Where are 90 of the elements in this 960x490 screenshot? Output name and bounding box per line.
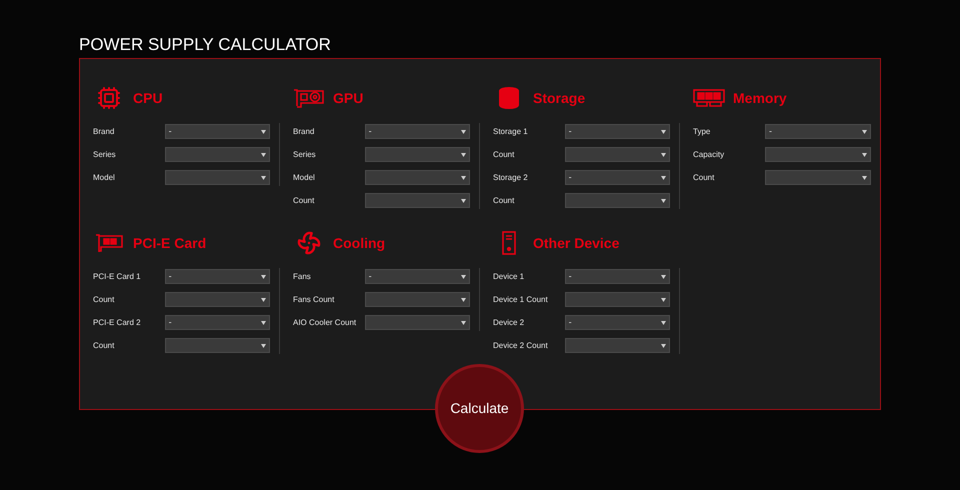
- caret-icon: [661, 130, 666, 134]
- section-title: Cooling: [333, 234, 386, 253]
- field-label: AIO Cooler Count: [293, 316, 358, 328]
- dropdown-field[interactable]: -: [564, 170, 670, 185]
- caret-icon: [661, 320, 666, 324]
- database-icon: [497, 86, 521, 110]
- caret-icon: [661, 176, 666, 180]
- dropdown-field[interactable]: [364, 315, 470, 330]
- caret-icon: [461, 298, 466, 302]
- caret-icon: [461, 320, 466, 324]
- dropdown-field[interactable]: [364, 292, 470, 307]
- memory-stick-icon: [693, 89, 725, 107]
- dropdown-field[interactable]: -: [164, 269, 270, 284]
- field-label: Count: [93, 340, 116, 352]
- dropdown-field[interactable]: [164, 147, 270, 162]
- caret-icon: [862, 176, 867, 180]
- field-label: Fans: [293, 270, 312, 282]
- field-label: Count: [693, 172, 716, 184]
- dropdown-field[interactable]: [164, 338, 270, 353]
- field-label: Count: [293, 194, 316, 206]
- caret-icon: [261, 130, 266, 134]
- caret-icon: [661, 344, 666, 348]
- fan-icon: [297, 231, 321, 255]
- page-title: POWER SUPPLY CALCULATOR: [79, 34, 332, 56]
- caret-icon: [261, 152, 266, 156]
- dropdown-field[interactable]: -: [164, 315, 270, 330]
- dropdown-field[interactable]: -: [364, 269, 470, 284]
- dropdown-field[interactable]: -: [164, 124, 270, 139]
- caret-icon: [661, 198, 666, 202]
- caret-icon: [661, 152, 666, 156]
- caret-icon: [862, 130, 867, 134]
- field-label: Fans Count: [293, 294, 336, 306]
- dropdown-field[interactable]: -: [564, 315, 670, 330]
- dropdown-field[interactable]: [564, 193, 670, 208]
- dropdown-field[interactable]: [564, 292, 670, 307]
- section-title: Other Device: [533, 234, 620, 252]
- dropdown-field[interactable]: [164, 292, 270, 307]
- field-label: Device 2 Count: [493, 340, 549, 352]
- caret-icon: [261, 274, 266, 278]
- caret-icon: [461, 152, 466, 156]
- field-label: Model: [293, 172, 316, 184]
- dropdown-field[interactable]: [164, 170, 270, 185]
- field-label: Count: [93, 294, 116, 306]
- dropdown-field[interactable]: -: [765, 124, 871, 139]
- caret-icon: [261, 298, 266, 302]
- caret-icon: [261, 176, 266, 180]
- expansion-card-icon: [95, 233, 123, 253]
- field-label: Brand: [293, 126, 316, 138]
- section-title: CPU: [133, 88, 163, 108]
- field-label: Series: [93, 148, 117, 160]
- dropdown-field[interactable]: -: [564, 269, 670, 284]
- caret-icon: [862, 152, 867, 156]
- graphics-card-icon: [293, 88, 325, 108]
- field-label: Count: [493, 148, 516, 160]
- field-label: Model: [93, 172, 116, 184]
- caret-icon: [461, 176, 466, 180]
- dropdown-field[interactable]: [765, 170, 871, 185]
- caret-icon: [661, 298, 666, 302]
- field-label: Type: [693, 126, 712, 138]
- dropdown-field[interactable]: -: [564, 124, 670, 139]
- field-label: Device 2: [493, 316, 526, 328]
- caret-icon: [461, 274, 466, 278]
- caret-icon: [461, 198, 466, 202]
- caret-icon: [261, 320, 266, 324]
- caret-icon: [461, 130, 466, 134]
- section-title: GPU: [333, 88, 364, 108]
- section-title: PCI-E Card: [133, 234, 206, 252]
- field-label: Series: [293, 148, 317, 160]
- dropdown-field[interactable]: [364, 193, 470, 208]
- dropdown-field[interactable]: [364, 170, 470, 185]
- field-label: Storage 1: [493, 126, 529, 138]
- caret-icon: [261, 344, 266, 348]
- dropdown-field[interactable]: -: [364, 124, 470, 139]
- dropdown-field[interactable]: [564, 147, 670, 162]
- dropdown-field[interactable]: [765, 147, 871, 162]
- chip-icon: [97, 86, 121, 110]
- field-label: PCI-E Card 2: [93, 316, 142, 328]
- field-label: Storage 2: [493, 172, 529, 184]
- dropdown-field[interactable]: [564, 338, 670, 353]
- field-label: Count: [493, 194, 516, 206]
- field-label: Device 1 Count: [493, 294, 549, 306]
- section-title: Storage: [533, 88, 586, 108]
- tower-case-icon: [502, 231, 516, 255]
- field-label: Capacity: [693, 148, 726, 160]
- dropdown-field[interactable]: [364, 147, 470, 162]
- field-label: Brand: [93, 126, 116, 138]
- caret-icon: [661, 274, 666, 278]
- section-title: Memory: [733, 88, 787, 108]
- field-label: Device 1: [493, 270, 526, 282]
- field-label: PCI-E Card 1: [93, 270, 142, 282]
